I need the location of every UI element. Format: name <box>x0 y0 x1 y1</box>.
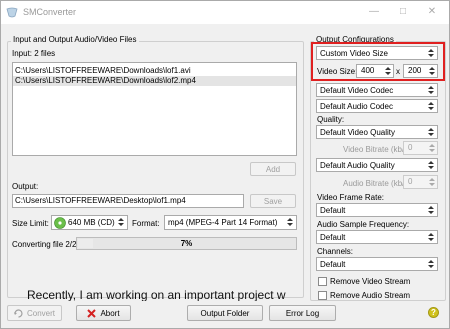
frame-rate-select[interactable]: Default <box>316 203 438 217</box>
input-count-label: Input: 2 files <box>12 49 56 58</box>
video-size-preset-value: Custom Video Size <box>320 49 388 58</box>
format-label: Format: <box>132 219 160 228</box>
maximize-button[interactable]: □ <box>390 4 416 20</box>
format-value: mp4 (MPEG-4 Part 14 Format) <box>168 218 278 227</box>
spin-arrows-icon <box>428 206 434 214</box>
video-codec-select[interactable]: Default Video Codec <box>316 83 438 97</box>
quality-label: Quality: <box>317 115 345 124</box>
spin-arrows-icon <box>428 86 434 94</box>
text-preview-strip: Recently, I am working on an important p… <box>8 285 304 301</box>
converting-status-label: Converting file 2/2 <box>12 240 77 249</box>
spin-arrows-icon <box>429 67 435 75</box>
video-size-preset-select[interactable]: Custom Video Size <box>316 46 438 60</box>
spin-arrows-icon <box>429 144 435 152</box>
sample-frequency-label: Audio Sample Frequency: <box>317 220 410 229</box>
convert-icon <box>13 308 23 318</box>
spin-arrows-icon <box>428 102 434 110</box>
audio-bitrate-input[interactable]: 0 <box>403 175 438 189</box>
spin-arrows-icon <box>118 218 124 226</box>
add-button[interactable]: Add <box>250 162 296 176</box>
app-window: SMConverter — □ ✕ Input and Output Audio… <box>0 0 450 329</box>
size-limit-select[interactable]: 640 MB (CD) <box>51 215 128 230</box>
video-width-input[interactable]: 400 <box>356 64 394 78</box>
size-limit-label: Size Limit: <box>12 219 49 228</box>
minimize-button[interactable]: — <box>361 4 387 20</box>
abort-icon <box>87 308 97 318</box>
progress-percent: 7% <box>180 239 193 248</box>
spin-arrows-icon <box>428 260 434 268</box>
preview-text: Recently, I am working on an important p… <box>27 288 286 301</box>
window-title: SMConverter <box>23 7 77 17</box>
video-height-input[interactable]: 200 <box>403 64 438 78</box>
frame-rate-value: Default <box>320 206 346 215</box>
remove-audio-label: Remove Audio Stream <box>330 291 411 300</box>
cd-disc-icon <box>54 217 66 229</box>
audio-codec-select[interactable]: Default Audio Codec <box>316 99 438 113</box>
save-button[interactable]: Save <box>250 194 296 208</box>
sample-frequency-select[interactable]: Default <box>316 230 438 244</box>
video-quality-value: Default Video Quality <box>320 128 396 137</box>
audio-codec-value: Default Audio Codec <box>320 102 393 111</box>
sample-frequency-value: Default <box>320 233 346 242</box>
convert-label: Convert <box>26 308 55 318</box>
input-file-list[interactable]: C:\Users\LISTOFFREEWARE\Downloads\lof1.a… <box>12 62 297 156</box>
error-log-button[interactable]: Error Log <box>269 305 336 321</box>
channels-label: Channels: <box>317 247 354 256</box>
spin-arrows-icon <box>385 67 391 75</box>
remove-audio-checkbox[interactable] <box>318 291 327 300</box>
output-label: Output: <box>12 182 39 191</box>
abort-button[interactable]: Abort <box>76 305 131 321</box>
spin-arrows-icon <box>428 128 434 136</box>
list-item[interactable]: C:\Users\LISTOFFREEWARE\Downloads\lof1.a… <box>13 66 296 76</box>
channels-select[interactable]: Default <box>316 257 438 271</box>
title-bar: SMConverter — □ ✕ <box>1 1 449 24</box>
audio-quality-value: Default Audio Quality <box>320 161 395 170</box>
help-icon[interactable]: ? <box>428 307 439 318</box>
spin-arrows-icon <box>429 178 435 186</box>
audio-bitrate-value: 0 <box>408 177 413 186</box>
frame-rate-label: Video Frame Rate: <box>317 193 384 202</box>
io-group-title: Input and Output Audio/Video Files <box>11 35 139 44</box>
video-bitrate-input[interactable]: 0 <box>403 141 438 155</box>
close-button[interactable]: ✕ <box>419 4 445 20</box>
size-limit-value: 640 MB (CD) <box>68 218 115 227</box>
spin-arrows-icon <box>428 161 434 169</box>
remove-video-checkbox[interactable] <box>318 277 327 286</box>
convert-button[interactable]: Convert <box>7 305 62 321</box>
spin-arrows-icon <box>428 49 434 57</box>
spin-arrows-icon <box>287 218 293 226</box>
size-x-label: x <box>396 67 400 76</box>
output-folder-button[interactable]: Output Folder <box>187 305 263 321</box>
remove-video-label: Remove Video Stream <box>330 277 411 286</box>
video-quality-select[interactable]: Default Video Quality <box>316 125 438 139</box>
format-select[interactable]: mp4 (MPEG-4 Part 14 Format) <box>164 215 297 230</box>
channels-value: Default <box>320 260 346 269</box>
list-item[interactable]: C:\Users\LISTOFFREEWARE\Downloads\lof2.m… <box>13 76 296 86</box>
conversion-progress-bar: 7% <box>76 237 297 250</box>
video-size-label: Video Size: <box>317 67 358 76</box>
audio-quality-select[interactable]: Default Audio Quality <box>316 158 438 172</box>
video-codec-value: Default Video Codec <box>320 86 394 95</box>
abort-label: Abort <box>100 308 120 318</box>
video-width-value: 400 <box>361 66 375 75</box>
spin-arrows-icon <box>428 233 434 241</box>
video-bitrate-value: 0 <box>408 143 413 152</box>
video-height-value: 200 <box>408 66 422 75</box>
output-path-field[interactable]: C:\Users\LISTOFFREEWARE\Desktop\lof1.mp4 <box>12 194 244 208</box>
app-logo-icon <box>6 7 18 18</box>
